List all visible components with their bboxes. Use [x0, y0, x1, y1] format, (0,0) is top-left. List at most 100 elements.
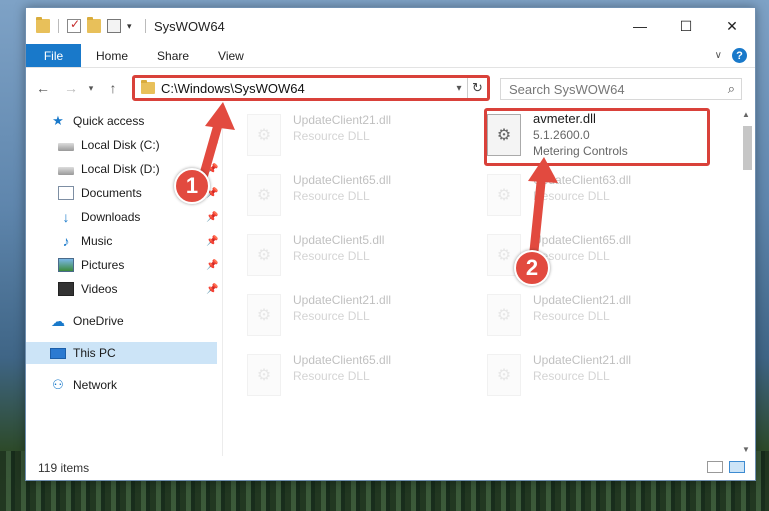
computer-icon: [50, 347, 66, 359]
sidebar-item-label: Downloads: [81, 210, 141, 224]
sidebar-item-label: Pictures: [81, 258, 125, 272]
documents-icon: [58, 186, 74, 200]
network-icon: ⚇: [52, 377, 64, 392]
sidebar-item-local-disk-c[interactable]: Local Disk (C:): [58, 134, 160, 156]
close-button[interactable]: ✕: [709, 8, 755, 44]
maximize-button[interactable]: ☐: [663, 8, 709, 44]
dll-file-icon: ⚙: [487, 294, 521, 336]
sidebar-item-local-disk-d[interactable]: Local Disk (D:): [58, 158, 160, 180]
file-item[interactable]: ⚙ UpdateClient21.dll Resource DLL: [247, 108, 471, 166]
file-list: ⚙ UpdateClient21.dll Resource DLL ⚙ avmet…: [223, 108, 739, 456]
navigation-bar: ← → ▾ ↑ C:\Windows\SysWOW64 ▾ ↻ Search S…: [26, 68, 755, 108]
sidebar-item-documents[interactable]: Documents: [58, 182, 142, 204]
sidebar-item-onedrive[interactable]: ☁ OneDrive: [50, 310, 124, 332]
refresh-icon[interactable]: ↻: [467, 78, 487, 98]
details-view-icon[interactable]: [707, 461, 723, 473]
back-arrow-icon[interactable]: ←: [34, 80, 52, 96]
file-description: Resource DLL: [293, 249, 370, 263]
vertical-scrollbar[interactable]: ▲ ▼: [739, 108, 755, 456]
customize-icon[interactable]: [107, 19, 121, 33]
sidebar-item-music[interactable]: ♪ Music: [58, 230, 113, 252]
sidebar-item-quick-access[interactable]: ★ Quick access: [50, 110, 144, 132]
sidebar-item-downloads[interactable]: ↓ Downloads: [58, 206, 141, 228]
forward-arrow-icon[interactable]: →: [62, 80, 80, 96]
file-item[interactable]: ⚙ UpdateClient65.dll Resource DLL: [247, 168, 471, 226]
file-name: UpdateClient21.dll: [533, 353, 632, 367]
folder-icon: [141, 80, 155, 94]
pin-icon[interactable]: 📌: [206, 212, 218, 223]
dll-file-icon: ⚙: [487, 354, 521, 396]
dll-file-icon: ⚙: [247, 294, 281, 336]
address-bar[interactable]: C:\Windows\SysWOW64 ▾ ↻: [132, 75, 490, 101]
expand-ribbon-icon[interactable]: ∨: [715, 50, 722, 61]
sidebar-item-network[interactable]: ⚇ Network: [50, 374, 117, 396]
file-explorer-window: ▾ SysWOW64 — ☐ ✕ File Home Share View ∨ …: [25, 7, 756, 481]
scroll-down-icon[interactable]: ▼: [742, 445, 750, 454]
ribbon-tabs: File Home Share View ∨ ?: [26, 44, 755, 68]
minimize-button[interactable]: —: [617, 8, 663, 44]
up-arrow-icon[interactable]: ↑: [104, 80, 122, 96]
step-badge-2: 2: [514, 250, 550, 286]
scrollbar-thumb[interactable]: [743, 126, 752, 170]
file-item[interactable]: ⚙ UpdateClient21.dll Resource DLL: [487, 348, 711, 406]
file-description: Resource DLL: [293, 189, 370, 203]
new-folder-icon[interactable]: [87, 17, 101, 33]
window-title: SysWOW64: [154, 18, 225, 34]
address-path[interactable]: C:\Windows\SysWOW64: [161, 81, 451, 96]
view-buttons: [707, 461, 745, 473]
sidebar-item-label: This PC: [73, 346, 116, 360]
large-icons-view-icon[interactable]: [729, 461, 745, 473]
file-description: Resource DLL: [293, 369, 370, 383]
title-bar: ▾ SysWOW64 — ☐ ✕: [26, 8, 755, 44]
item-count: 119 items: [38, 461, 90, 475]
tab-file[interactable]: File: [26, 44, 81, 67]
properties-check-icon[interactable]: [67, 17, 81, 33]
drive-icon: [58, 143, 74, 151]
help-icon[interactable]: ?: [732, 48, 747, 63]
scroll-up-icon[interactable]: ▲: [742, 110, 750, 119]
pin-icon[interactable]: 📌: [206, 284, 218, 295]
tab-share[interactable]: Share: [142, 44, 203, 67]
pictures-icon: [58, 258, 74, 272]
tab-home[interactable]: Home: [81, 44, 142, 67]
file-item[interactable]: ⚙ UpdateClient5.dll Resource DLL: [247, 228, 471, 286]
annotation-arrow-2: [528, 157, 558, 256]
search-placeholder: Search SysWOW64: [509, 81, 625, 97]
sidebar-item-label: Music: [81, 234, 113, 248]
chevron-down-icon[interactable]: ▾: [451, 83, 467, 94]
chevron-down-icon[interactable]: ▾: [127, 21, 137, 32]
folder-icon: [36, 17, 50, 33]
sidebar-item-pictures[interactable]: Pictures: [58, 254, 124, 276]
sidebar-item-label: Local Disk (D:): [81, 162, 160, 176]
window-controls: — ☐ ✕: [617, 8, 755, 44]
step-badge-1: 1: [174, 168, 210, 204]
file-item[interactable]: ⚙ UpdateClient65.dll Resource DLL: [247, 348, 471, 406]
sidebar-item-label: Quick access: [73, 114, 145, 128]
search-icon: ⌕: [727, 81, 735, 96]
sidebar-item-this-pc[interactable]: This PC: [26, 342, 217, 364]
video-icon: [58, 282, 74, 296]
search-input[interactable]: Search SysWOW64 ⌕: [500, 78, 742, 100]
cloud-icon: ☁: [51, 313, 65, 329]
dll-file-icon: ⚙: [247, 354, 281, 396]
divider: [145, 19, 146, 33]
drive-icon: [58, 167, 74, 175]
file-description: Resource DLL: [533, 369, 610, 383]
quick-access-toolbar: ▾: [26, 17, 148, 33]
file-item[interactable]: ⚙ UpdateClient21.dll Resource DLL: [247, 288, 471, 346]
sidebar-item-label: Videos: [81, 282, 118, 296]
star-icon: ★: [52, 113, 64, 128]
file-name: UpdateClient21.dll: [293, 293, 392, 307]
file-description: Resource DLL: [293, 129, 370, 143]
file-item[interactable]: ⚙ UpdateClient21.dll Resource DLL: [487, 288, 711, 346]
file-description: Resource DLL: [533, 309, 610, 323]
pin-icon[interactable]: 📌: [206, 236, 218, 247]
tab-view[interactable]: View: [203, 44, 258, 67]
recent-locations-icon[interactable]: ▾: [82, 83, 100, 94]
ribbon-right: ∨ ?: [715, 48, 747, 63]
sidebar-item-videos[interactable]: Videos: [58, 278, 117, 300]
file-description: Resource DLL: [293, 309, 370, 323]
file-name: UpdateClient5.dll: [293, 233, 385, 247]
pin-icon[interactable]: 📌: [206, 260, 218, 271]
file-name: UpdateClient21.dll: [293, 113, 392, 127]
